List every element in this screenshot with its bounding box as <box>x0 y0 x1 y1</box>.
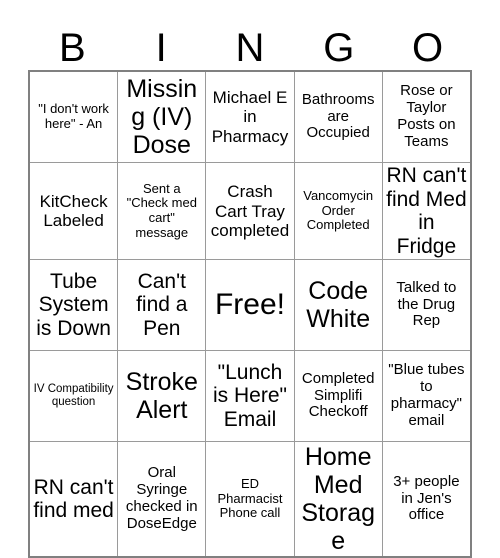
bingo-cell-i5[interactable]: Oral Syringe checked in DoseEdge <box>117 441 207 558</box>
bingo-header-letter-b: B <box>59 26 86 70</box>
bingo-cell-g4[interactable]: Completed Simplifi Checkoff <box>293 350 383 443</box>
bingo-card: B I N G O "I don't work here" - An Missi… <box>28 14 472 558</box>
bingo-cell-o2[interactable]: RN can't find Med in Fridge <box>381 161 472 261</box>
bingo-row: RN can't find med Oral Syringe checked i… <box>28 441 472 558</box>
bingo-cell-i3[interactable]: Can't find a Pen <box>117 259 207 352</box>
bingo-row: "I don't work here" - An Missing (IV) Do… <box>28 70 472 163</box>
bingo-row: KitCheck Labeled Sent a "Check med cart"… <box>28 161 472 261</box>
bingo-cell-b1[interactable]: "I don't work here" - An <box>28 70 119 163</box>
bingo-cell-b3[interactable]: Tube System is Down <box>28 259 119 352</box>
bingo-cell-g5[interactable]: Home Med Storage <box>293 441 383 558</box>
bingo-cell-b2[interactable]: KitCheck Labeled <box>28 161 119 261</box>
bingo-cell-o3[interactable]: Talked to the Drug Rep <box>381 259 472 352</box>
bingo-cell-n2[interactable]: Crash Cart Tray completed <box>205 161 295 261</box>
bingo-header-letter-n: N <box>235 26 265 70</box>
bingo-cell-b5[interactable]: RN can't find med <box>28 441 119 558</box>
bingo-cell-n5[interactable]: ED Pharmacist Phone call <box>205 441 295 558</box>
bingo-cell-g3[interactable]: Code White <box>293 259 383 352</box>
bingo-header-letter-i: I <box>155 26 167 70</box>
bingo-cell-o5[interactable]: 3+ people in Jen's office <box>381 441 472 558</box>
bingo-cell-o4[interactable]: "Blue tubes to pharmacy" email <box>381 350 472 443</box>
bingo-header-letter-g: G <box>323 26 355 70</box>
bingo-row: Tube System is Down Can't find a Pen Fre… <box>28 259 472 352</box>
bingo-cell-b4[interactable]: IV Compatibility question <box>28 350 119 443</box>
bingo-cell-i1[interactable]: Missing (IV) Dose <box>117 70 207 163</box>
bingo-header: B I N G O <box>28 14 472 70</box>
bingo-cell-i4[interactable]: Stroke Alert <box>117 350 207 443</box>
bingo-header-letter-o: O <box>412 26 444 70</box>
bingo-cell-n1[interactable]: Michael E in Pharmacy <box>205 70 295 163</box>
bingo-row: IV Compatibility question Stroke Alert "… <box>28 350 472 443</box>
bingo-cell-g1[interactable]: Bathrooms are Occupied <box>293 70 383 163</box>
bingo-grid: "I don't work here" - An Missing (IV) Do… <box>28 70 472 558</box>
bingo-cell-g2[interactable]: Vancomycin Order Completed <box>293 161 383 261</box>
bingo-cell-free-space[interactable]: Free! <box>205 259 295 352</box>
bingo-cell-i2[interactable]: Sent a "Check med cart" message <box>117 161 207 261</box>
bingo-cell-o1[interactable]: Rose or Taylor Posts on Teams <box>381 70 472 163</box>
bingo-cell-n4[interactable]: "Lunch is Here" Email <box>205 350 295 443</box>
